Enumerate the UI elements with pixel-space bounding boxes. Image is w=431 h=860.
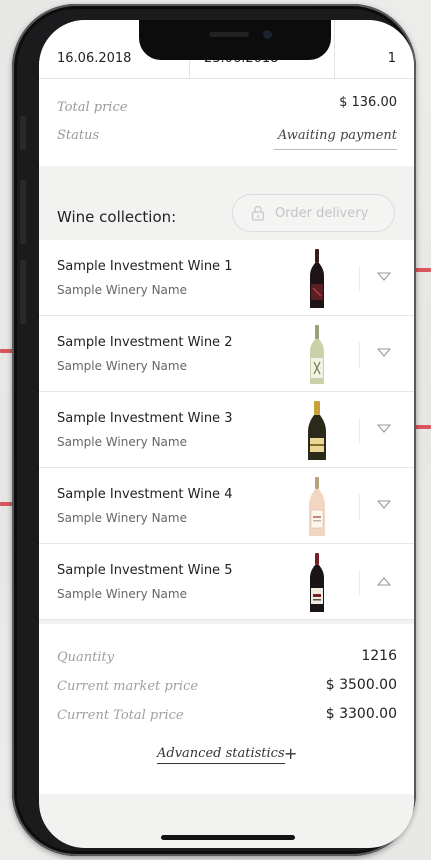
divider [359,342,360,368]
wine-list-item[interactable]: Sample Investment Wine 2 Sample Winery N… [39,316,414,392]
sparkling-bottle-icon [308,401,326,460]
winery-name: Sample Winery Name [57,283,187,297]
order-delivery-label: Order delivery [275,206,369,221]
divider [359,494,360,520]
red-bottle-icon [310,249,324,308]
rose-bottle-icon [309,477,325,536]
advanced-statistics-link[interactable]: Advanced statistics [157,746,285,764]
screen: 16.06.2018 23.06.2018 1 Total price $ 13… [39,20,414,848]
total-price-label: Total price [57,100,128,115]
wine-list-item[interactable]: Sample Investment Wine 4 Sample Winery N… [39,468,414,544]
wine-name: Sample Investment Wine 4 [57,487,233,502]
wine-list-item[interactable]: Sample Investment Wine 1 Sample Winery N… [39,240,414,316]
status-value: Awaiting payment [273,128,397,150]
order-count: 1 [387,51,396,66]
market-price-label: Current market price [57,679,199,694]
winery-name: Sample Winery Name [57,511,187,525]
chevron-down-icon[interactable] [377,348,391,358]
speaker-grille [209,32,249,37]
order-delivery-button[interactable]: Order delivery [232,194,395,232]
quantity-label: Quantity [57,650,115,665]
wine-collection-header: Wine collection: Order delivery [39,170,414,240]
wine-name: Sample Investment Wine 5 [57,563,233,578]
winery-name: Sample Winery Name [57,587,187,601]
wine-details-panel: Quantity 1216 Current market price $ 350… [39,624,414,794]
wine-name: Sample Investment Wine 2 [57,335,233,350]
total-price-value: $ 136.00 [339,95,397,110]
wine-name: Sample Investment Wine 3 [57,411,233,426]
chevron-up-icon[interactable] [377,576,391,586]
home-indicator [161,835,295,840]
count-cell: 1 [335,20,414,78]
divider [359,266,360,292]
red-bottle-icon [310,553,324,612]
winery-name: Sample Winery Name [57,359,187,373]
wine-name: Sample Investment Wine 1 [57,259,233,274]
date-from: 16.06.2018 [57,51,132,66]
mute-switch [20,116,26,150]
chevron-down-icon[interactable] [377,500,391,510]
winery-name: Sample Winery Name [57,435,187,449]
phone-frame: 16.06.2018 23.06.2018 1 Total price $ 13… [12,4,416,856]
lock-icon [251,205,265,221]
total-price-label: Current Total price [57,708,184,723]
chevron-down-icon[interactable] [377,272,391,282]
volume-up-button [20,180,26,244]
chevron-down-icon[interactable] [377,424,391,434]
wine-list-item-expanded[interactable]: Sample Investment Wine 5 Sample Winery N… [39,544,414,620]
wine-list-item[interactable]: Sample Investment Wine 3 Sample Winery N… [39,392,414,468]
status-label: Status [57,128,100,143]
total-price-value: $ 3300.00 [325,706,397,722]
white-bottle-icon [310,325,324,384]
wine-collection-title: Wine collection: [57,208,177,226]
front-camera [263,30,272,39]
notch [139,20,331,60]
divider [359,570,360,596]
volume-down-button [20,260,26,324]
market-price-value: $ 3500.00 [325,677,397,693]
quantity-value: 1216 [361,648,397,664]
divider [359,418,360,444]
plus-icon[interactable]: + [284,744,297,763]
